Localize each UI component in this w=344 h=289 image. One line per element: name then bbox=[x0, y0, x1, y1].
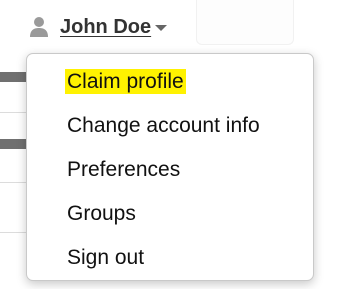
background-bar bbox=[0, 72, 28, 82]
background-bar bbox=[0, 139, 28, 149]
caret-down-icon bbox=[155, 25, 168, 31]
background-divider bbox=[0, 232, 28, 233]
user-icon bbox=[28, 15, 50, 39]
background-divider bbox=[0, 182, 28, 183]
background-divider bbox=[0, 112, 28, 113]
user-name-link[interactable]: John Doe bbox=[60, 16, 151, 39]
menu-item-preferences[interactable]: Preferences bbox=[27, 148, 313, 192]
menu-item-label: Change account info bbox=[67, 114, 260, 137]
menu-item-label: Preferences bbox=[67, 158, 181, 181]
menu-item-label: Claim profile bbox=[65, 69, 186, 94]
user-menu-toggle[interactable]: John Doe bbox=[28, 14, 168, 40]
background-panel bbox=[196, 0, 294, 45]
menu-item-change-account-info[interactable]: Change account info bbox=[27, 104, 313, 148]
menu-item-label: Groups bbox=[67, 202, 136, 225]
menu-item-groups[interactable]: Groups bbox=[27, 192, 313, 236]
menu-item-label: Sign out bbox=[67, 246, 145, 269]
menu-item-sign-out[interactable]: Sign out bbox=[27, 236, 313, 280]
menu-item-claim-profile[interactable]: Claim profile bbox=[27, 60, 313, 104]
user-dropdown-menu: Claim profile Change account info Prefer… bbox=[26, 53, 314, 281]
